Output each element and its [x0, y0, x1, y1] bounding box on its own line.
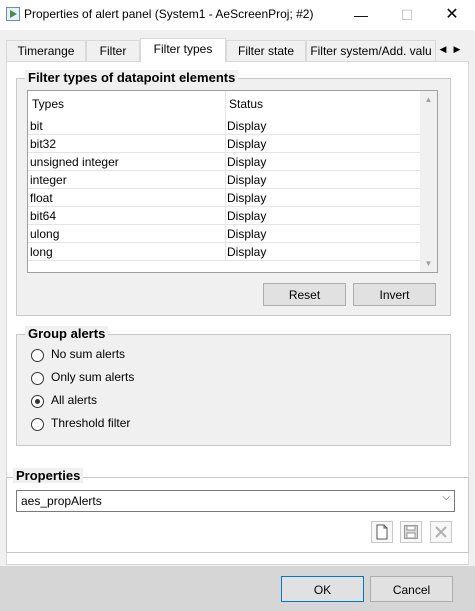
- radio-button[interactable]: [31, 418, 44, 431]
- table-row[interactable]: ulong Display: [28, 225, 420, 243]
- row-status: Display: [227, 227, 267, 241]
- radio-label: All alerts: [51, 393, 98, 407]
- window-title: Properties of alert panel (System1 - AeS…: [24, 7, 314, 21]
- row-status: Display: [227, 137, 267, 151]
- types-table[interactable]: Types Status bit Display bit32 Display uns…: [27, 90, 438, 273]
- group-alerts-title: Group alerts: [25, 326, 109, 341]
- tab-filter-types[interactable]: Filter types: [140, 38, 226, 62]
- row-status: Display: [227, 155, 267, 169]
- tab-scroll-left-icon[interactable]: ◀: [437, 40, 449, 58]
- row-type: unsigned integer: [30, 155, 119, 169]
- ok-button[interactable]: OK: [281, 576, 364, 602]
- reset-button[interactable]: Reset: [263, 283, 346, 306]
- table-row[interactable]: integer Display: [28, 171, 420, 189]
- row-type: long: [30, 245, 53, 259]
- tab-filter-system[interactable]: Filter system/Add. valu: [306, 40, 436, 61]
- row-type: bit: [30, 119, 43, 133]
- scroll-down-icon[interactable]: ▼: [420, 255, 437, 272]
- properties-combobox[interactable]: aes_propAlerts ⌵: [16, 490, 455, 512]
- title-bar: Properties of alert panel (System1 - AeS…: [0, 0, 475, 30]
- filter-types-group-title: Filter types of datapoint elements: [25, 70, 239, 85]
- tab-timerange[interactable]: Timerange: [6, 40, 86, 61]
- chevron-down-icon[interactable]: ⌵: [442, 492, 450, 503]
- row-type: ulong: [30, 227, 60, 241]
- row-status: Display: [227, 173, 267, 187]
- radio-button-selected[interactable]: [31, 395, 44, 408]
- column-header-types[interactable]: Types: [32, 97, 64, 111]
- table-row[interactable]: unsigned integer Display: [28, 153, 420, 171]
- table-row[interactable]: bit Display: [28, 117, 420, 135]
- tab-scroll-right-icon[interactable]: ▶: [451, 40, 463, 58]
- row-status: Display: [227, 209, 267, 223]
- row-type: integer: [30, 173, 67, 187]
- tab-filter-state[interactable]: Filter state: [226, 40, 306, 61]
- delete-icon[interactable]: [430, 521, 452, 543]
- save-icon[interactable]: [400, 521, 422, 543]
- radio-label: Threshold filter: [51, 416, 131, 430]
- new-file-icon[interactable]: [371, 521, 393, 543]
- row-status: Display: [227, 119, 267, 133]
- table-row[interactable]: bit64 Display: [28, 207, 420, 225]
- radio-button[interactable]: [31, 349, 44, 362]
- radio-button[interactable]: [31, 372, 44, 385]
- row-type: bit64: [30, 209, 57, 223]
- table-header: Types Status: [28, 91, 420, 115]
- table-row[interactable]: float Display: [28, 189, 420, 207]
- column-header-status[interactable]: Status: [229, 97, 263, 111]
- table-row[interactable]: long Display: [28, 243, 420, 261]
- tab-strip: Timerange Filter Filter types Filter sta…: [6, 38, 471, 62]
- invert-button[interactable]: Invert: [353, 283, 436, 306]
- row-status: Display: [227, 191, 267, 205]
- close-button[interactable]: ✕: [429, 0, 475, 30]
- tab-filter[interactable]: Filter: [86, 40, 140, 61]
- maximize-button[interactable]: ☐: [384, 0, 430, 30]
- cancel-button[interactable]: Cancel: [370, 576, 453, 602]
- row-status: Display: [227, 245, 267, 259]
- row-type: bit32: [30, 137, 57, 151]
- app-icon: [6, 7, 20, 21]
- table-scrollbar[interactable]: ▲ ▼: [420, 91, 437, 272]
- minimize-button[interactable]: —: [338, 0, 384, 30]
- properties-selected-value: aes_propAlerts: [21, 494, 102, 508]
- table-row[interactable]: bit32 Display: [28, 135, 420, 153]
- properties-title: Properties: [13, 468, 84, 483]
- radio-label: Only sum alerts: [51, 370, 135, 384]
- scroll-up-icon[interactable]: ▲: [420, 91, 437, 108]
- radio-label: No sum alerts: [51, 347, 126, 361]
- row-type: float: [30, 191, 53, 205]
